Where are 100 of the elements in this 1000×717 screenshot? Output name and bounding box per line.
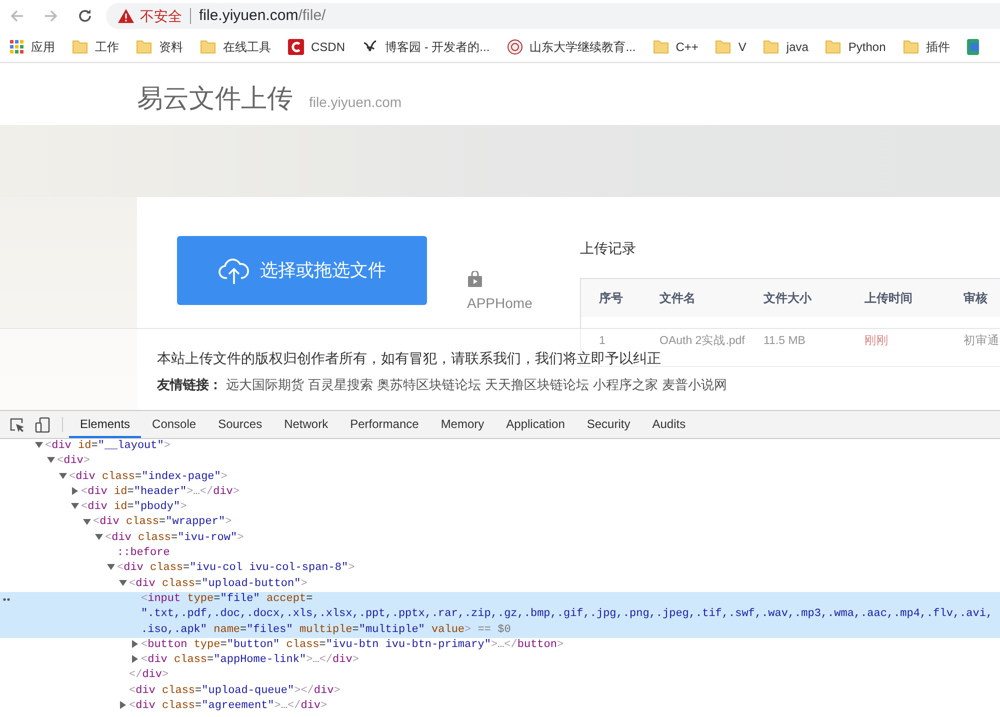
column-header: 上传时间 bbox=[846, 278, 946, 316]
friend-link[interactable]: 小程序之家 bbox=[593, 375, 658, 394]
address-bar[interactable]: 不安全 file.yiyuen.com/file/ bbox=[106, 3, 1000, 29]
folder-icon bbox=[200, 40, 216, 54]
dom-node-row[interactable]: ::before bbox=[0, 546, 1000, 562]
table-cell: 11.5 MB bbox=[764, 334, 806, 347]
column-header: 审核 bbox=[946, 278, 1000, 316]
dots-icon[interactable] bbox=[3, 598, 11, 601]
code-text: <button type="button" class="ivu-btn ivu-btn-primary">…</button> bbox=[141, 638, 564, 651]
squiggle-logo-icon bbox=[362, 38, 378, 54]
app-link[interactable]: APPHome bbox=[467, 293, 540, 314]
code-text: <div> bbox=[57, 455, 90, 468]
expanded-arrow-icon[interactable] bbox=[95, 532, 105, 541]
expanded-arrow-icon[interactable] bbox=[119, 578, 129, 587]
devtools-tab[interactable]: Network bbox=[273, 411, 340, 438]
dom-node-row[interactable]: <button type="button" class="ivu-btn ivu-btn-primary">…</button> bbox=[0, 638, 1000, 654]
dom-node-row[interactable]: <div class="upload-queue"></div> bbox=[0, 684, 1000, 700]
dom-node-row[interactable]: <div class="upload-button"> bbox=[0, 576, 1000, 592]
dom-node-row[interactable]: <div class="ivu-row"> bbox=[0, 530, 1000, 546]
column-header: 文件名 bbox=[642, 278, 746, 316]
friend-link[interactable]: 天天撸区块链论坛 bbox=[485, 375, 589, 394]
expanded-arrow-icon[interactable] bbox=[71, 502, 81, 510]
devtools-tab[interactable]: Elements bbox=[69, 411, 142, 438]
bookmark[interactable]: 在线工具 bbox=[190, 38, 271, 56]
table-cell: 初审通 bbox=[964, 334, 1000, 347]
apps-grid-icon bbox=[10, 40, 24, 54]
warning-icon bbox=[118, 9, 134, 23]
bookmark[interactable]: C++ bbox=[642, 38, 698, 56]
bookmark[interactable]: V bbox=[705, 38, 746, 56]
expanded-arrow-icon[interactable] bbox=[83, 518, 93, 526]
security-label[interactable]: 不安全 bbox=[134, 8, 191, 24]
links-label: 友情链接： bbox=[157, 376, 222, 394]
dom-node-row[interactable]: <div id="__layout"> bbox=[0, 439, 1000, 454]
bookmark[interactable]: 插件 bbox=[892, 38, 950, 56]
device-icon[interactable] bbox=[35, 416, 51, 432]
code-text: </div> bbox=[129, 669, 169, 682]
code-text: <div id="header">…</div> bbox=[81, 486, 240, 498]
site-domain: file.yiyuen.com bbox=[309, 93, 402, 112]
devtools-tab[interactable]: Application bbox=[495, 411, 576, 438]
friend-link[interactable]: 百灵星搜索 bbox=[308, 375, 373, 394]
table-cell: 刚刚 bbox=[864, 334, 888, 347]
expanded-arrow-icon[interactable] bbox=[47, 456, 57, 464]
expanded-arrow-icon[interactable] bbox=[59, 472, 69, 480]
devtools-tab[interactable]: Console bbox=[141, 411, 208, 438]
url-text: file.yiyuen.com/file/ bbox=[199, 6, 326, 26]
friend-link[interactable]: 奥苏特区块链论坛 bbox=[377, 375, 481, 394]
devtools-tab[interactable]: Performance bbox=[339, 411, 430, 438]
dom-node-row[interactable]: <div class="index-page"> bbox=[0, 470, 1000, 485]
folder-icon bbox=[72, 40, 88, 54]
bookmark[interactable]: 资料 bbox=[126, 38, 183, 56]
bookmark[interactable]: Python bbox=[815, 38, 886, 56]
dom-node-row[interactable]: <div class="appHome-link">…</div> bbox=[0, 653, 1000, 668]
dom-node-row[interactable]: <div class="ivu-col ivu-col-span-8"> bbox=[0, 561, 1000, 577]
code-text: <div id="__layout"> bbox=[45, 440, 170, 452]
code-text: <div class="ivu-col ivu-col-span-8"> bbox=[117, 562, 355, 574]
copyright-notice: 本站上传文件的版权归创作者所有，如有冒犯，请联系我们，我们将立即予以纠正 bbox=[157, 349, 661, 368]
friend-link[interactable]: 麦普小说网 bbox=[662, 375, 727, 394]
page-icon[interactable] bbox=[966, 38, 979, 54]
seal-logo-icon bbox=[506, 38, 523, 54]
folder-icon bbox=[763, 40, 780, 54]
code-text: .iso,.apk" name="files" multiple="multiple" value> == $0 bbox=[141, 624, 511, 636]
dom-node-row[interactable]: <div id="pbody"> bbox=[0, 500, 1000, 516]
dom-node-row[interactable]: <div> bbox=[0, 454, 1000, 470]
folder-icon bbox=[715, 40, 732, 54]
bag-icon bbox=[467, 271, 483, 288]
code-text: <div class="upload-button"> bbox=[129, 578, 308, 590]
code-text: <div class="index-page"> bbox=[69, 470, 228, 483]
bookmark[interactable]: CSDN bbox=[278, 38, 346, 56]
bookmark[interactable]: 工作 bbox=[62, 38, 119, 56]
expanded-arrow-icon[interactable] bbox=[107, 563, 117, 572]
site-title: 易云文件上传 bbox=[137, 82, 293, 115]
devtools-tab[interactable]: Sources bbox=[207, 411, 274, 438]
code-text: <input type="file" accept= bbox=[141, 592, 313, 605]
dom-node-row[interactable]: <div id="header">…</div> bbox=[0, 484, 1000, 500]
dom-node-row[interactable] bbox=[0, 592, 1000, 638]
code-text: <div class="appHome-link">…</div> bbox=[141, 654, 359, 666]
inspect-icon[interactable] bbox=[9, 416, 25, 432]
cloud-upload-icon bbox=[218, 256, 250, 284]
table-cell: 1 bbox=[599, 334, 606, 347]
table-cell: OAuth 2实战.pdf bbox=[660, 334, 745, 347]
devtools-tab[interactable]: Security bbox=[576, 411, 642, 438]
folder-icon bbox=[825, 40, 842, 54]
bookmark[interactable]: java bbox=[753, 38, 808, 56]
dom-node-row[interactable]: </div> bbox=[0, 668, 1000, 684]
bookmark[interactable]: 应用 bbox=[0, 38, 55, 56]
friend-link[interactable]: 远大国际期货 bbox=[226, 375, 304, 394]
expanded-arrow-icon[interactable] bbox=[35, 441, 45, 450]
bookmark[interactable]: 山东大学继续教育... bbox=[496, 38, 636, 56]
dom-node-row[interactable]: <div class="agreement">…</div> bbox=[0, 699, 1000, 714]
code-text: <div class="upload-queue"></div> bbox=[129, 684, 340, 697]
code-text: <div class="ivu-row"> bbox=[105, 532, 244, 544]
code-text: <div class="wrapper"> bbox=[93, 516, 232, 528]
devtools-tab[interactable]: Memory bbox=[430, 411, 496, 438]
dom-node-row[interactable]: <div class="wrapper"> bbox=[0, 515, 1000, 531]
c-logo-icon bbox=[288, 38, 304, 54]
code-text: <div id="pbody"> bbox=[81, 501, 187, 514]
devtools-tab[interactable]: Audits bbox=[641, 411, 697, 438]
reload-icon[interactable] bbox=[77, 8, 93, 24]
code-text: <div class="agreement">…</div> bbox=[129, 700, 328, 712]
bookmark[interactable]: 博客园 - 开发者的... bbox=[352, 38, 490, 56]
